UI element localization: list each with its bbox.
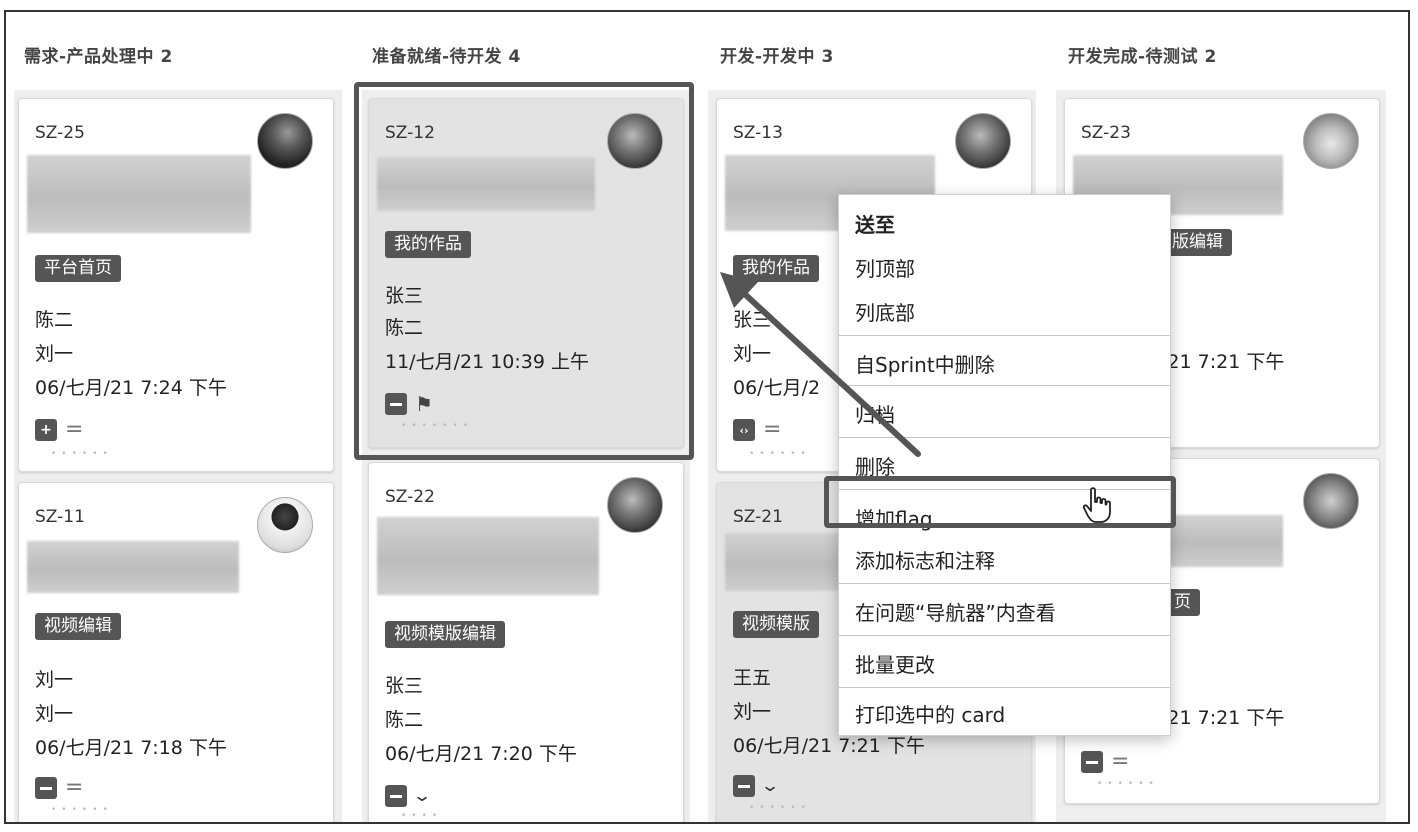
column-header-requirements: 需求-产品处理中 2 (24, 47, 173, 67)
menu-item-column-top[interactable]: 列顶部 (855, 253, 915, 282)
menu-item-archive[interactable]: 归档 (855, 399, 895, 428)
progress-dots: •••••• (749, 449, 811, 459)
menu-item-column-bottom[interactable]: 列底部 (855, 297, 915, 326)
card-assignee: 王五 (733, 667, 772, 689)
card-icons: ⌄ (385, 785, 433, 807)
card-key[interactable]: SZ-23 (1081, 123, 1131, 143)
progress-dots: •••••• (51, 805, 113, 815)
card-reporter: 刘一 (733, 343, 772, 365)
menu-divider (839, 385, 1170, 386)
card-icons: ⌄ (733, 775, 781, 797)
menu-divider (839, 583, 1170, 584)
card-key[interactable]: SZ-25 (35, 123, 85, 143)
menu-item-highlight (824, 476, 1176, 528)
card-assignee: 张三 (385, 675, 424, 697)
selected-card-highlight (354, 82, 694, 460)
menu-item-print-card[interactable]: 打印选中的 card (855, 699, 1005, 728)
assignee-avatar (607, 477, 663, 533)
card-date: /21 7:21 下午 (1161, 351, 1285, 373)
card-icons: + = (35, 419, 83, 441)
hand-cursor-icon (1082, 487, 1111, 523)
card-assignee: 张三 (733, 309, 772, 331)
priority-medium-icon: = (763, 417, 782, 442)
card-summary-redacted (27, 541, 239, 593)
assignee-avatar (257, 497, 313, 553)
card-reporter: 刘一 (35, 343, 74, 365)
priority-medium-icon: = (65, 417, 84, 442)
menu-item-view-in-navigator[interactable]: 在问题“导航器”内查看 (855, 597, 1056, 626)
assignee-avatar (1303, 473, 1359, 529)
column-header-ready: 准备就绪-待开发 4 (372, 47, 521, 67)
plus-square-icon: + (35, 419, 57, 441)
progress-dots: •••••• (1097, 779, 1159, 789)
menu-header-send-to: 送至 (855, 213, 895, 237)
card-icons: = (1081, 751, 1129, 773)
card-date: 06/七月/21 7:20 下午 (385, 743, 577, 765)
minus-square-icon (35, 777, 57, 799)
column-header-dev-done: 开发完成-待测试 2 (1068, 47, 1217, 67)
epic-tag: 视频模版编辑 (385, 621, 505, 648)
card-summary-redacted (27, 155, 251, 233)
card-key[interactable]: SZ-22 (385, 487, 435, 507)
card-reporter: 刘一 (35, 703, 74, 725)
menu-divider (839, 437, 1170, 438)
card-date: 06/七月/21 7:24 下午 (35, 377, 227, 399)
assignee-avatar (955, 113, 1011, 169)
card-sz-11[interactable]: SZ-11 视频编辑 刘一 刘一 06/七月/21 7:18 下午 = ••••… (18, 482, 334, 822)
progress-dots: •••••• (749, 803, 811, 813)
progress-dots: •••• (401, 811, 443, 821)
epic-tag: 视频编辑 (35, 613, 121, 640)
minus-square-icon (385, 785, 407, 807)
card-sz-25[interactable]: SZ-25 平台首页 陈二 刘一 06/七月/21 7:24 下午 + = ••… (18, 98, 334, 472)
card-summary-redacted (377, 517, 599, 595)
menu-item-remove-from-sprint[interactable]: 自Sprint中删除 (855, 349, 995, 378)
minus-square-icon (1081, 751, 1103, 773)
priority-medium-icon: = (1111, 749, 1130, 774)
card-date: /21 7:21 下午 (1161, 707, 1285, 729)
menu-divider (839, 635, 1170, 636)
code-square-icon: ‹› (733, 419, 755, 441)
assignee-avatar (1303, 113, 1359, 169)
card-date: 06/七月/2 (733, 377, 821, 399)
card-key[interactable]: SZ-13 (733, 123, 783, 143)
menu-item-bulk-change[interactable]: 批量更改 (855, 649, 935, 678)
chevron-down-icon: ⌄ (760, 775, 781, 796)
menu-divider (839, 687, 1170, 688)
assignee-avatar (257, 113, 313, 169)
chevron-down-icon: ⌄ (412, 785, 433, 806)
card-sz-22[interactable]: SZ-22 视频模版编辑 张三 陈二 06/七月/21 7:20 下午 ⌄ ••… (368, 462, 684, 822)
card-date: 06/七月/21 7:18 下午 (35, 737, 227, 759)
epic-tag: 我的作品 (733, 255, 819, 282)
card-icons: = (35, 777, 83, 799)
card-key[interactable]: SZ-21 (733, 507, 783, 527)
epic-tag: 视频模版 (733, 611, 819, 638)
epic-tag: 版编辑 (1163, 229, 1232, 256)
card-key[interactable]: SZ-11 (35, 507, 85, 527)
progress-dots: •••••• (51, 449, 113, 459)
kanban-board: 需求-产品处理中 2 准备就绪-待开发 4 开发-开发中 3 开发完成-待测试 … (4, 10, 1410, 824)
card-assignee: 陈二 (35, 309, 74, 331)
epic-tag: 平台首页 (35, 255, 121, 282)
card-reporter: 刘一 (733, 701, 772, 723)
menu-divider (839, 335, 1170, 336)
minus-square-icon (733, 775, 755, 797)
card-reporter: 陈二 (385, 709, 424, 731)
card-context-menu: 送至 列顶部 列底部 自Sprint中删除 归档 删除 增加flag 添加标志和… (838, 194, 1171, 736)
menu-item-add-flag-and-comment[interactable]: 添加标志和注释 (855, 545, 995, 574)
card-assignee: 刘一 (35, 669, 74, 691)
column-header-in-dev: 开发-开发中 3 (720, 47, 834, 67)
card-icons: ‹› = (733, 419, 781, 441)
priority-medium-icon: = (65, 775, 84, 800)
